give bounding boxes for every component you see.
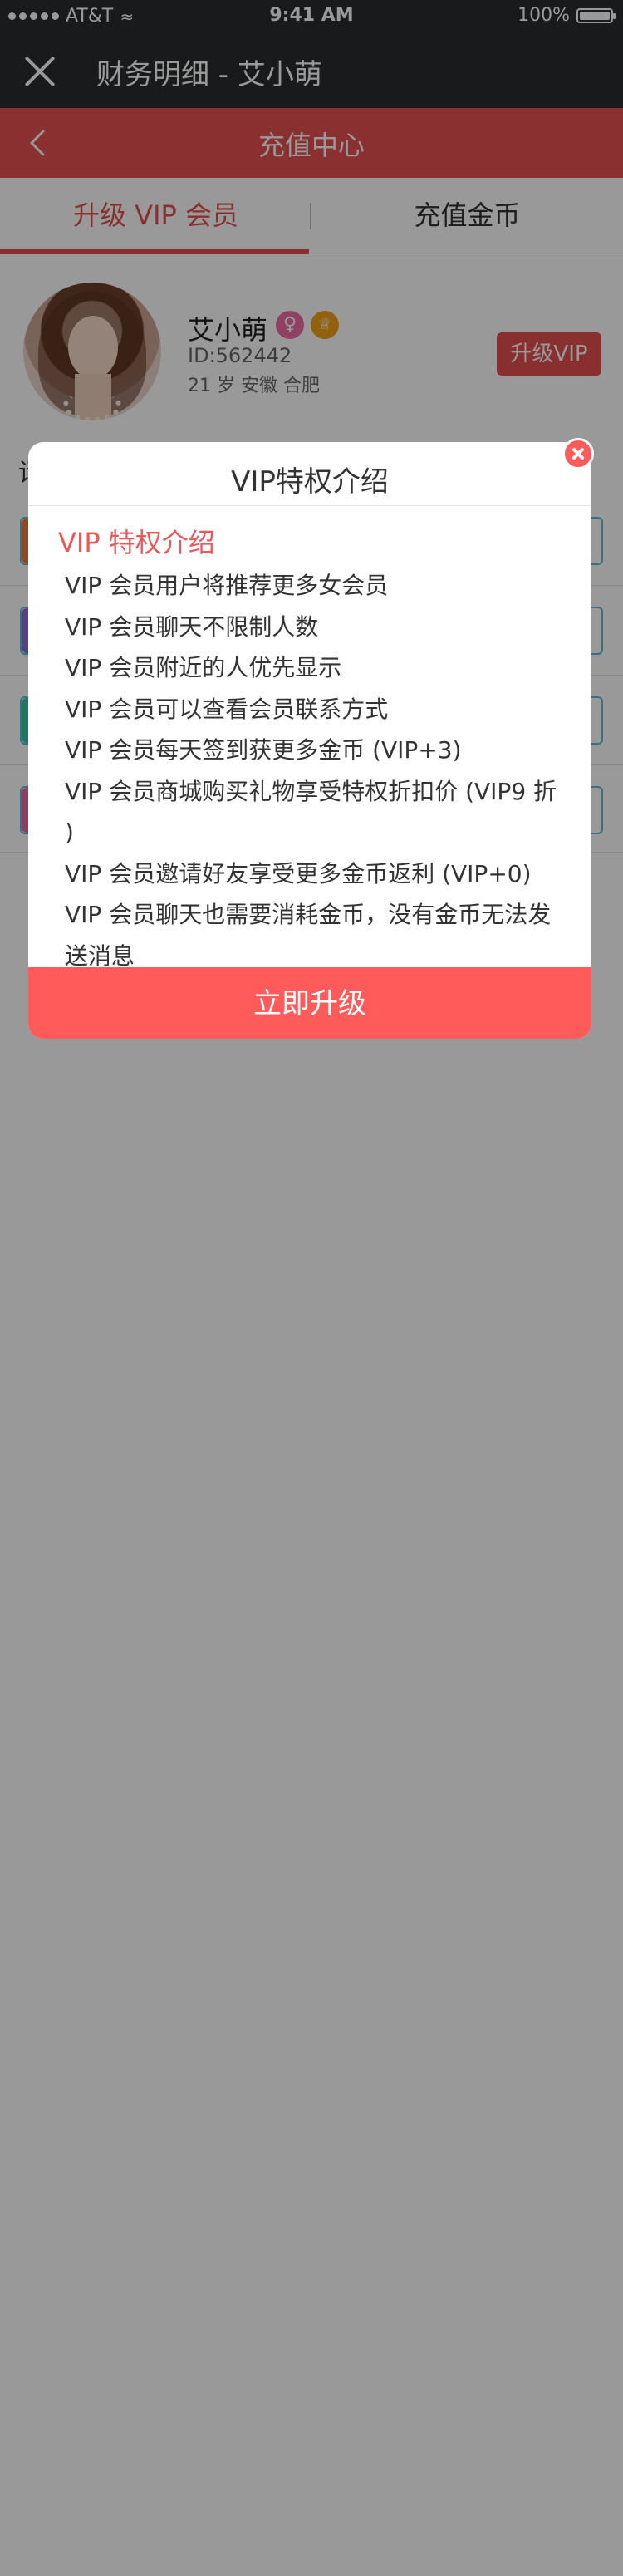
upgrade-now-button[interactable]: 立即升级 <box>28 967 591 1039</box>
dialog-divider <box>28 505 591 506</box>
modal-overlay[interactable] <box>0 0 623 2576</box>
dialog-title: VIP特权介绍 <box>231 465 389 499</box>
privilege-item: VIP 会员附近的人优先显示 <box>65 654 342 681</box>
privilege-item: VIP 会员邀请好友享受更多金币返利 (VIP+0) <box>65 859 532 887</box>
dialog-subtitle: VIP 特权介绍 <box>58 527 215 558</box>
privilege-item: VIP 会员聊天也需要消耗金币，没有金币无法发送消息 <box>65 901 552 970</box>
privilege-list: VIP 会员用户将推荐更多女会员 VIP 会员聊天不限制人数 VIP 会员附近的… <box>58 565 565 976</box>
privilege-item: VIP 会员用户将推荐更多女会员 <box>65 572 389 599</box>
privilege-item: VIP 会员可以查看会员联系方式 <box>65 695 389 723</box>
privilege-item: VIP 会员每天签到获更多金币 (VIP+3) <box>65 736 462 764</box>
privilege-item: VIP 会员聊天不限制人数 <box>65 612 319 641</box>
close-dialog-icon[interactable] <box>562 438 594 469</box>
vip-privilege-dialog: VIP特权介绍 VIP 特权介绍 VIP 会员用户将推荐更多女会员 VIP 会员… <box>28 442 591 1039</box>
privilege-item: VIP 会员商城购买礼物享受特权折扣价 (VIP9 折 ) <box>65 777 557 847</box>
